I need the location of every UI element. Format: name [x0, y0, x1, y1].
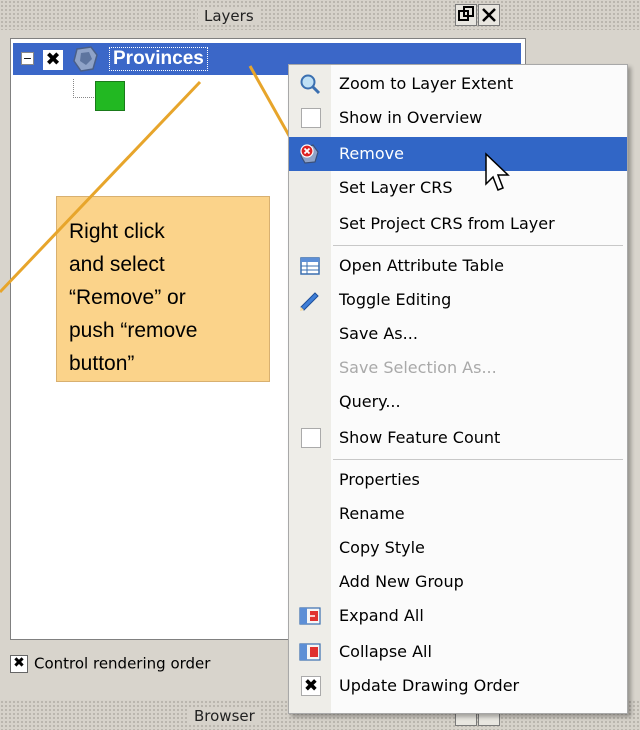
layers-dock-title: Layers: [198, 7, 260, 25]
menu-item-toggle-editing[interactable]: Toggle Editing: [289, 283, 627, 317]
menu-item-collapse-all[interactable]: Collapse All: [289, 635, 627, 669]
menu-item-copy-style[interactable]: Copy Style: [289, 531, 627, 565]
menu-item-save-selection-as: Save Selection As...: [289, 351, 627, 385]
remove-icon: [300, 144, 319, 164]
menu-item-label: Copy Style: [339, 538, 425, 557]
close-icon[interactable]: [478, 4, 500, 26]
menu-item-rename[interactable]: Rename: [289, 497, 627, 531]
layer-name[interactable]: Provinces: [109, 47, 208, 71]
checkbox-unchecked-icon: [301, 428, 321, 448]
checkbox-checked-icon: ✖: [301, 676, 321, 696]
menu-item-label: Set Project CRS from Layer: [339, 214, 555, 233]
menu-item-label: Remove: [339, 144, 404, 163]
callout-line: button”: [69, 352, 135, 375]
menu-item-label: Zoom to Layer Extent: [339, 74, 514, 93]
collapse-icon: [299, 643, 321, 661]
menu-item-label: Expand All: [339, 606, 424, 625]
layers-dock-titlebar[interactable]: Layers: [0, 0, 640, 30]
menu-item-properties[interactable]: Properties: [289, 463, 627, 497]
menu-item-zoom-to-layer-extent[interactable]: Zoom to Layer Extent: [289, 67, 627, 101]
menu-item-label: Save Selection As...: [339, 358, 497, 377]
control-rendering-order-label: Control rendering order: [34, 654, 211, 673]
menu-item-show-in-overview[interactable]: Show in Overview: [289, 101, 627, 135]
control-rendering-order-checkbox[interactable]: ✖: [10, 654, 28, 673]
menu-item-label: Save As...: [339, 324, 418, 343]
expand-icon: [299, 607, 321, 625]
menu-item-remove[interactable]: Remove: [289, 137, 627, 171]
menu-item-label: Collapse All: [339, 642, 432, 661]
menu-item-label: Properties: [339, 470, 420, 489]
callout-line: Right click: [69, 220, 165, 243]
pencil-icon: [300, 292, 319, 311]
menu-item-save-as[interactable]: Save As...: [289, 317, 627, 351]
menu-item-label: Rename: [339, 504, 405, 523]
collapse-toggle-icon[interactable]: −: [21, 52, 34, 65]
menu-item-label: Show in Overview: [339, 108, 483, 127]
layer-context-menu[interactable]: Zoom to Layer Extent Show in Overview Re…: [288, 64, 628, 714]
menu-item-open-attribute-table[interactable]: Open Attribute Table: [289, 249, 627, 283]
menu-item-label: Show Feature Count: [339, 428, 501, 447]
menu-separator: [333, 245, 623, 246]
instruction-callout: Right click and select “Remove” or push …: [56, 196, 270, 382]
menu-item-label: Open Attribute Table: [339, 256, 504, 275]
browser-dock-title: Browser: [188, 707, 261, 725]
control-rendering-order-option[interactable]: ✖ Control rendering order: [10, 654, 210, 680]
menu-item-set-layer-crs[interactable]: Set Layer CRS: [289, 171, 627, 205]
menu-item-expand-all[interactable]: Expand All: [289, 599, 627, 633]
callout-line: “Remove” or: [69, 286, 186, 309]
vector-layer-icon: [73, 46, 98, 72]
callout-line: and select: [69, 253, 165, 276]
menu-item-label: Toggle Editing: [339, 290, 452, 309]
float-icon[interactable]: [455, 4, 477, 26]
menu-item-label: Add New Group: [339, 572, 464, 591]
mouse-cursor-icon: [485, 152, 510, 191]
menu-item-label: Update Drawing Order: [339, 676, 520, 695]
layer-visibility-checkbox[interactable]: ✖: [43, 50, 63, 70]
table-icon: [300, 257, 320, 275]
menu-separator: [333, 459, 623, 460]
menu-item-show-feature-count[interactable]: Show Feature Count: [289, 421, 627, 455]
tree-branch-lines: [73, 79, 94, 98]
callout-line: push “remove: [69, 319, 198, 342]
zoom-icon: [300, 74, 321, 95]
checkbox-unchecked-icon: [301, 108, 321, 128]
menu-item-query[interactable]: Query...: [289, 385, 627, 419]
menu-item-set-project-crs[interactable]: Set Project CRS from Layer: [289, 207, 627, 241]
layer-symbol-swatch: [95, 81, 125, 111]
menu-item-label: Set Layer CRS: [339, 178, 453, 197]
menu-item-add-new-group[interactable]: Add New Group: [289, 565, 627, 599]
menu-item-update-drawing-order[interactable]: ✖ Update Drawing Order: [289, 669, 627, 703]
menu-item-label: Query...: [339, 392, 401, 411]
